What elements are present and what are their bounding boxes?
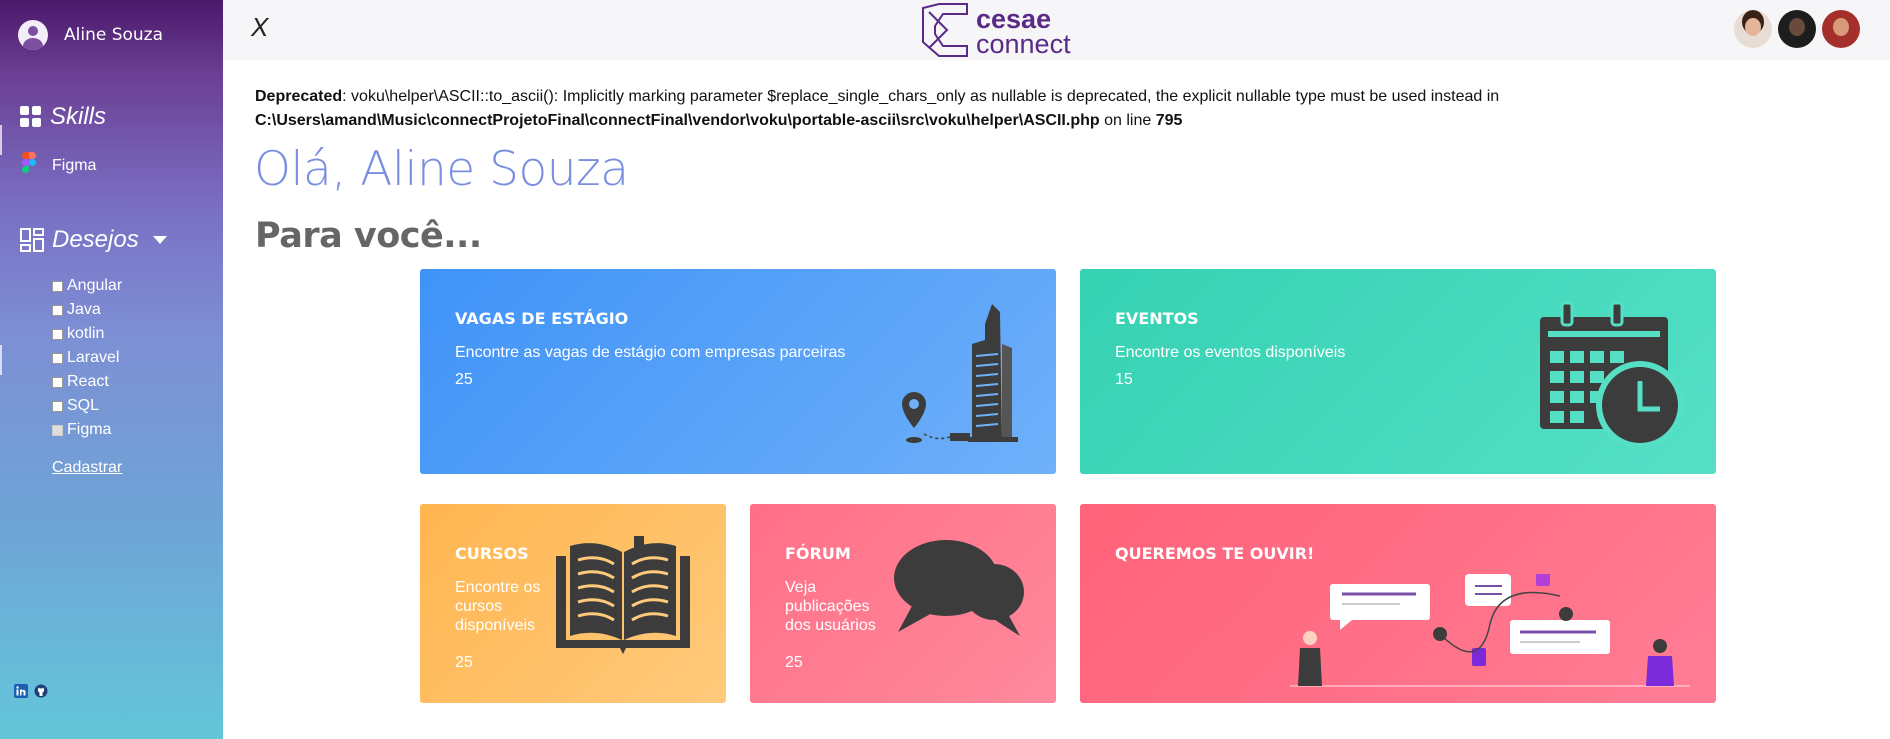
wishlist-label: React: [67, 373, 109, 390]
checkbox[interactable]: [52, 304, 63, 316]
sidebar-user[interactable]: Aline Souza: [18, 20, 163, 50]
wishlist-item-sql: SQL: [52, 394, 122, 418]
deprecation-warning: Deprecated: voku\helper\ASCII::to_ascii(…: [255, 85, 1855, 133]
wishlist-label: Angular: [67, 277, 123, 294]
sidebar-edge-mark: [0, 345, 2, 375]
chat-bubbles-icon: [894, 540, 1024, 636]
greeting-heading: Olá, Aline Souza: [254, 142, 629, 197]
avatar[interactable]: [1778, 10, 1816, 48]
wishlist-item-react: React: [52, 370, 122, 394]
wishlist-label: Laravel: [67, 349, 120, 366]
checkbox[interactable]: [52, 280, 63, 292]
linkedin-icon[interactable]: [14, 684, 28, 698]
logo-text-connect: connect: [976, 29, 1071, 58]
building-location-icon: [902, 304, 1018, 443]
conversation-illustration: [1290, 574, 1690, 687]
card-title: FÓRUM: [785, 544, 851, 563]
wishlist-label: Figma: [67, 421, 112, 438]
wishlist-item-java: Java: [52, 298, 122, 322]
avatar[interactable]: [1822, 10, 1860, 48]
desejos-section-toggle[interactable]: Desejos: [20, 226, 167, 254]
checkbox[interactable]: [52, 376, 63, 388]
card-forum[interactable]: FÓRUM Veja publicações dos usuários 25: [750, 504, 1056, 703]
card-count: 25: [785, 654, 803, 671]
wishlist-label: Java: [67, 301, 101, 318]
grid-icon: [20, 106, 41, 127]
dashboard-icon: [20, 228, 44, 252]
skills-title-text: Skills: [50, 103, 107, 130]
card-queremos-te-ouvir[interactable]: QUEREMOS TE OUVIR!: [1080, 504, 1716, 703]
wishlist: Angular Java kotlin Laravel React SQL Fi…: [52, 274, 122, 442]
user-avatar-icon: [18, 20, 48, 50]
skills-section-title: Skills: [20, 103, 106, 131]
deprecation-path: C:\Users\amand\Music\connectProjetoFinal…: [255, 112, 1100, 129]
caret-down-icon: [152, 236, 167, 244]
skill-label: Figma: [52, 157, 97, 174]
cadastrar-link[interactable]: Cadastrar: [52, 459, 122, 477]
avatar[interactable]: [1734, 10, 1772, 48]
wishlist-item-angular: Angular: [52, 274, 122, 298]
wishlist-item-laravel: Laravel: [52, 346, 122, 370]
card-cursos[interactable]: CURSOS Encontre os cursos disponíveis 25: [420, 504, 726, 703]
card-title: CURSOS: [455, 544, 529, 563]
card-title: QUEREMOS TE OUVIR!: [1115, 544, 1315, 563]
close-icon[interactable]: X: [251, 12, 268, 43]
card-description: Encontre os cursos disponíveis: [455, 579, 541, 634]
cesae-connect-logo[interactable]: cesae connect: [919, 2, 1089, 63]
card-eventos[interactable]: EVENTOS Encontre os eventos disponíveis …: [1080, 269, 1716, 474]
card-description: Veja publicações dos usuários: [785, 579, 876, 634]
wishlist-label: SQL: [67, 397, 100, 414]
team-avatars: [1728, 10, 1860, 48]
card-count: 25: [455, 654, 473, 671]
sidebar-edge-mark: [0, 125, 2, 155]
deprecation-line-text: on line: [1099, 112, 1156, 129]
deprecation-label: Deprecated: [255, 88, 343, 105]
figma-icon: [22, 152, 36, 173]
checkbox[interactable]: [52, 328, 63, 340]
wishlist-label: kotlin: [67, 325, 105, 342]
card-description: Encontre os eventos disponíveis: [1115, 344, 1346, 361]
card-count: 25: [455, 371, 473, 388]
card-title: VAGAS DE ESTÁGIO: [455, 309, 629, 328]
card-vagas-estagio[interactable]: VAGAS DE ESTÁGIO Encontre as vagas de es…: [420, 269, 1056, 474]
card-count: 15: [1115, 371, 1133, 388]
user-name: Aline Souza: [64, 25, 164, 45]
card-title: EVENTOS: [1115, 309, 1199, 328]
desejos-title-text: Desejos: [52, 226, 139, 253]
calendar-clock-icon: [1540, 301, 1684, 449]
card-description: Encontre as vagas de estágio com empresa…: [455, 344, 846, 361]
wishlist-item-figma: Figma: [52, 418, 122, 442]
para-voce-heading: Para você...: [255, 216, 482, 256]
deprecation-line-number: 795: [1155, 112, 1183, 129]
checkbox[interactable]: [52, 352, 63, 364]
wishlist-item-kotlin: kotlin: [52, 322, 122, 346]
github-icon[interactable]: [34, 684, 48, 698]
deprecation-message: : voku\helper\ASCII::to_ascii(): Implici…: [342, 88, 1500, 105]
skill-item-figma[interactable]: Figma: [22, 152, 96, 180]
open-book-icon: [556, 536, 690, 654]
checkbox[interactable]: [52, 400, 63, 412]
checkbox-disabled: [52, 424, 63, 436]
sidebar: Aline Souza Skills Figma Desejos Angular…: [0, 0, 223, 739]
top-bar: X cesae connect: [223, 0, 1890, 60]
